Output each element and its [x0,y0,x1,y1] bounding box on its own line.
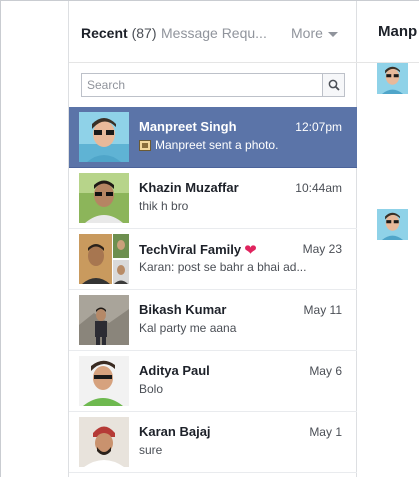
group-avatar [79,234,129,284]
conversation-name: TechViral Family ❤ [139,241,257,259]
conversation-item[interactable]: Bikash Kumar May 11 Kal party me aana [69,290,357,351]
conversation-time: May 6 [309,364,342,378]
tab-recent-label: Recent [81,25,128,41]
conversation-name: Aditya Paul [139,363,210,378]
photo-icon [139,140,151,151]
conversation-time: 12:07pm [295,120,342,134]
chat-header: Manp [357,1,419,63]
conversation-time: May 11 [303,303,342,317]
tab-more-label: More [291,25,323,41]
search-input[interactable] [82,74,322,96]
avatar [79,295,129,345]
conversation-item[interactable]: Karan Bajaj May 1 sure [69,412,357,473]
avatar [79,173,129,223]
conversation-name: Karan Bajaj [139,424,211,439]
conversation-item[interactable]: Manpreet Singh 12:07pm Manpreet sent a p… [69,107,357,168]
conversation-name: Manpreet Singh [139,119,237,134]
search-box [81,73,345,97]
avatar [79,112,129,162]
conversation-snippet: thik h bro [139,199,189,213]
conversation-panel: Recent (87) Message Requ... More Search … [69,1,357,477]
conversation-snippet: Karan: post se bahr a bhai ad... [139,260,307,274]
chat-pane: Manp [357,1,419,477]
conversation-time: May 1 [309,425,342,439]
avatar [79,356,129,406]
inbox-tabs: Recent (87) Message Requ... More [69,1,357,63]
conversation-snippet: Manpreet sent a photo. [139,138,315,152]
search-icon [328,79,340,91]
conversation-name: Bikash Kumar [139,302,227,317]
avatar [79,417,129,467]
conversation-list: Manpreet Singh 12:07pm Manpreet sent a p… [69,107,357,473]
conversation-snippet: Kal party me aana [139,321,237,335]
conversation-name: Khazin Muzaffar [139,180,239,195]
tab-recent-count: (87) [131,25,157,41]
conversation-item[interactable]: TechViral Family ❤ May 23 Karan: post se … [69,229,357,290]
conversation-item[interactable]: Aditya Paul May 6 Bolo [69,351,357,412]
tab-more[interactable]: More [291,25,338,41]
message-avatar [377,209,408,240]
caret-down-icon [327,31,338,37]
message-avatar [377,63,408,94]
conversation-time: 10:44am [295,181,342,195]
search-button[interactable] [322,74,344,96]
tab-message-requests[interactable]: Message Requ... [161,25,267,41]
conversation-snippet: sure [139,443,163,457]
conversation-time: May 23 [302,242,342,256]
conversation-snippet: Bolo [139,382,164,396]
conversation-name-text: TechViral Family [139,242,242,257]
chat-title: Manp [378,23,418,40]
conversation-snippet-text: Manpreet sent a photo. [155,138,279,152]
messenger-window: Recent (87) Message Requ... More Search … [0,0,419,477]
tab-recent[interactable]: Recent (87) [81,25,156,41]
heart-icon: ❤ [244,242,257,259]
left-gutter [1,1,69,477]
conversation-item[interactable]: Khazin Muzaffar 10:44am thik h bro [69,168,357,229]
